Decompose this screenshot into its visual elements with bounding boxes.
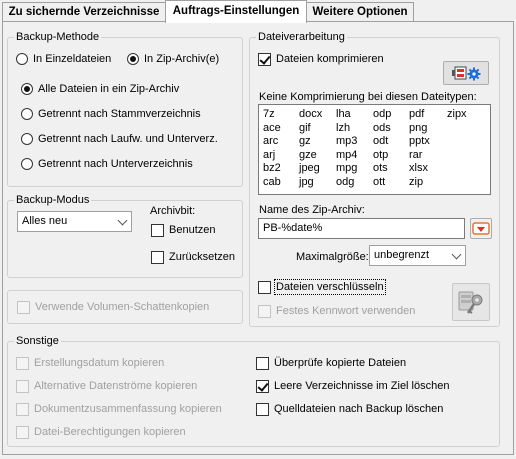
checkbox-dokumentzusammenfassung[interactable]: Dokumentzusammenfassung kopieren (16, 401, 222, 417)
file-type-item: zip (409, 175, 424, 188)
file-type-item: pptx (409, 135, 430, 147)
file-type-item: mp3 (336, 135, 358, 147)
file-type-item: docx (299, 108, 323, 120)
checkbox-zuruecksetzen[interactable]: Zurücksetzen (151, 249, 235, 265)
checkbox-benutzen[interactable]: Benutzen (151, 222, 215, 238)
tab-zu-sichernde-verzeichnisse[interactable]: Zu sichernde Verzeichnisse (2, 2, 166, 21)
file-type-item: gze (299, 148, 317, 161)
dateiverarbeitung-title: Dateiverarbeitung (256, 30, 347, 44)
checkbox-datei-berechtigungen[interactable]: Datei-Berechtigungen kopieren (16, 424, 186, 440)
backup-modus-title: Backup-Modus (14, 193, 92, 207)
maximalgroesse-select[interactable]: unbegrenzt (369, 245, 466, 266)
file-type-item: ott (373, 175, 386, 188)
radio-einzeldateien[interactable]: In Einzeldateien (16, 51, 111, 67)
file-type-item: ots (373, 162, 388, 174)
tab-weitere-optionen[interactable]: Weitere Optionen (306, 2, 414, 21)
file-type-item: gz (299, 135, 311, 147)
file-type-item: odp (373, 108, 392, 120)
file-type-item: png (409, 121, 428, 134)
checkbox-festes-kennwort[interactable]: Festes Kennwort verwenden (258, 303, 415, 319)
file-type-item: otp (373, 148, 389, 161)
checkbox-erstellungsdatum[interactable]: Erstellungsdatum kopieren (16, 355, 164, 371)
zip-name-input[interactable]: PB-%date% (258, 218, 465, 239)
encryption-settings-button[interactable] (452, 283, 490, 321)
checkbox-dateien-verschluesseln[interactable]: Dateien verschlüsseln (258, 279, 386, 295)
checkbox-volumen-schattenkopien[interactable]: Verwende Volumen-Schattenkopien (17, 299, 209, 315)
maximalgroesse-label: Maximalgröße: (296, 251, 369, 263)
file-type-item: odg (336, 175, 355, 188)
zip-name-label: Name des Zip-Archiv: (259, 204, 365, 216)
radio-stammverzeichnis[interactable]: Getrennt nach Stammverzeichnis (21, 106, 201, 122)
file-type-item: 7z (263, 108, 275, 120)
file-type-item: rar (409, 148, 423, 161)
file-type-item: pdf (409, 108, 425, 120)
file-type-item: jpeg (299, 162, 320, 174)
file-type-item: jpg (299, 175, 314, 188)
file-types-list[interactable]: 7z docx lha odp pdf zipx ace gif lzh ods png arc gz m… (258, 104, 491, 195)
file-type-item: arc (263, 135, 279, 147)
chevron-down-icon (117, 215, 128, 226)
radio-unterverzeichnis[interactable]: Getrennt nach Unterverzeichnis (21, 156, 193, 172)
file-type-item: arj (263, 148, 276, 161)
checkbox-alternative-datenstroeme[interactable]: Alternative Datenströme kopieren (16, 378, 197, 394)
file-type-item: bz2 (263, 162, 281, 174)
file-type-item: ods (373, 121, 391, 134)
backup-methode-title: Backup-Methode (14, 30, 102, 44)
file-type-item: odt (373, 135, 389, 147)
compression-settings-button[interactable] (443, 61, 489, 85)
checkbox-ueberpruefe-kopierte[interactable]: Überprüfe kopierte Dateien (256, 355, 406, 371)
file-type-item: zipx (447, 108, 467, 120)
archivbit-label: Archivbit: (150, 205, 196, 217)
file-type-item: mpg (336, 162, 358, 174)
file-type-item: cab (263, 175, 281, 188)
file-type-item: ace (263, 121, 281, 134)
placeholder-menu-button[interactable] (470, 218, 492, 239)
tab-auftrags-einstellungen[interactable]: Auftrags-Einstellungen (165, 0, 307, 23)
checkbox-quelldateien-loeschen[interactable]: Quelldateien nach Backup löschen (256, 401, 443, 417)
file-type-item: lha (336, 108, 351, 120)
radio-zip-archiv[interactable]: In Zip-Archiv(e) (127, 51, 219, 67)
keys-icon (458, 291, 483, 314)
radio-laufwerk-unterverz[interactable]: Getrennt nach Laufw. und Unterverz. (21, 131, 218, 147)
file-type-item: lzh (336, 121, 351, 134)
backup-modus-select[interactable]: Alles neu (17, 211, 132, 232)
keine-komprimierung-label: Keine Komprimierung bei diesen Dateitype… (259, 91, 477, 103)
insert-variable-icon (472, 222, 490, 235)
file-type-item: gif (299, 121, 311, 134)
sonstige-title: Sonstige (14, 334, 61, 348)
checkbox-dateien-komprimieren[interactable]: Dateien komprimieren (258, 51, 384, 67)
checkbox-leere-verzeichnisse[interactable]: Leere Verzeichnisse im Ziel löschen (256, 378, 449, 394)
file-type-item: mp4 (336, 148, 358, 161)
archive-gear-icon (452, 66, 481, 81)
chevron-down-icon (451, 249, 462, 260)
radio-alle-dateien[interactable]: Alle Dateien in ein Zip-Archiv (21, 81, 179, 97)
file-type-item: xlsx (409, 162, 428, 174)
